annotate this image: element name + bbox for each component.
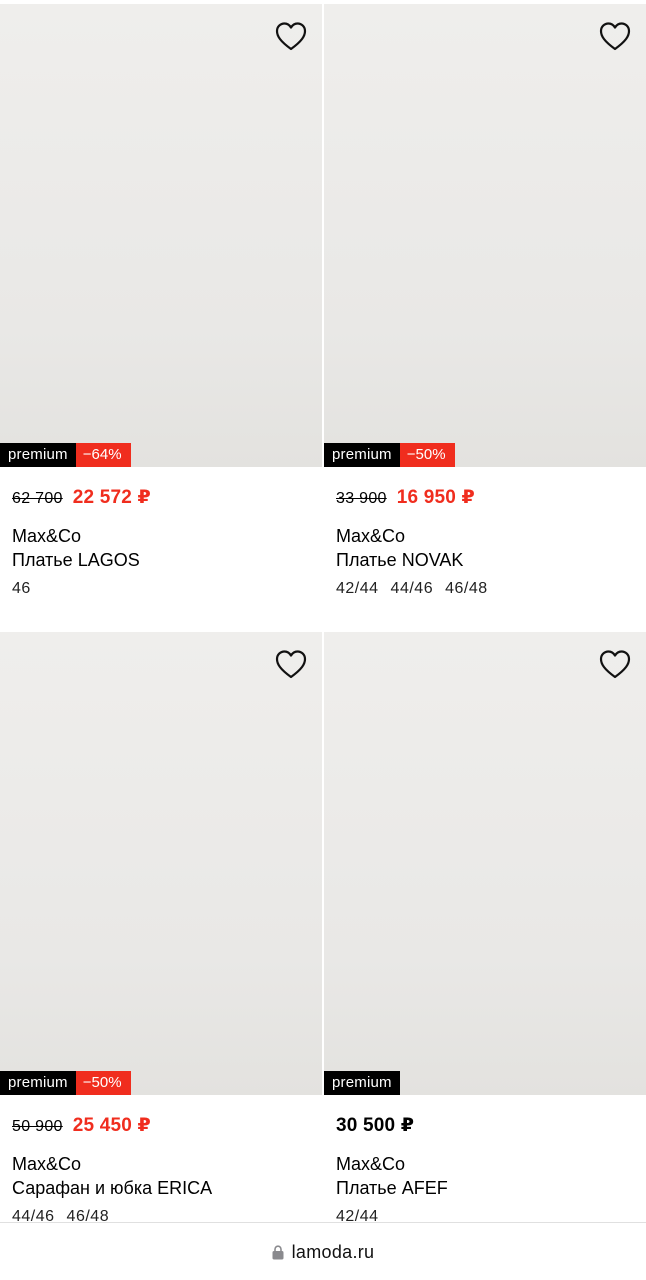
size-option: 46/48 bbox=[445, 580, 488, 597]
premium-badge: premium bbox=[324, 443, 400, 467]
size-option: 44/46 bbox=[390, 580, 434, 597]
product-card[interactable]: premium −50% 50 900 25 450 ₽ Max&Co Сара… bbox=[0, 632, 322, 1226]
browser-address-bar[interactable]: lamoda.ru bbox=[0, 1222, 646, 1280]
lock-icon bbox=[272, 1244, 284, 1259]
product-info: 50 900 25 450 ₽ Max&Co Сарафан и юбка ER… bbox=[0, 1114, 322, 1226]
size-option: 42/44 bbox=[336, 580, 379, 597]
discount-badge: −50% bbox=[75, 1071, 131, 1095]
badges: premium −50% bbox=[324, 443, 455, 467]
sale-price: 25 450 ₽ bbox=[72, 1115, 151, 1136]
product-brand: Max&Co bbox=[336, 526, 406, 546]
size-list: 46 bbox=[12, 580, 310, 598]
product-info: 30 500 ₽ Max&Co Платье AFEF 42/44 bbox=[324, 1114, 646, 1226]
price-row: 30 500 ₽ bbox=[336, 1114, 634, 1138]
sale-price: 22 572 ₽ bbox=[72, 487, 151, 508]
favorite-heart-icon[interactable] bbox=[598, 648, 632, 682]
old-price: 33 900 bbox=[336, 490, 387, 507]
price-row: 33 900 16 950 ₽ bbox=[336, 486, 634, 510]
product-brand: Max&Co bbox=[12, 526, 82, 546]
old-price: 62 700 bbox=[12, 490, 63, 507]
product-brand: Max&Co bbox=[336, 1154, 406, 1174]
premium-badge: premium bbox=[0, 443, 76, 467]
product-card[interactable]: premium −50% 33 900 16 950 ₽ Max&Co Плат… bbox=[324, 4, 646, 598]
product-name[interactable]: Платье AFEF bbox=[336, 1176, 634, 1200]
discount-badge: −50% bbox=[399, 443, 455, 467]
old-price: 50 900 bbox=[12, 1118, 63, 1135]
size-list: 42/44 44/46 46/48 bbox=[336, 580, 634, 598]
size-option: 46 bbox=[12, 580, 31, 597]
product-card[interactable]: premium −64% 62 700 22 572 ₽ Max&Co Плат… bbox=[0, 4, 322, 598]
product-name[interactable]: Платье LAGOS bbox=[12, 548, 310, 572]
favorite-heart-icon[interactable] bbox=[274, 648, 308, 682]
price: 30 500 ₽ bbox=[336, 1115, 415, 1136]
product-name[interactable]: Платье NOVAK bbox=[336, 548, 634, 572]
product-card[interactable]: premium 30 500 ₽ Max&Co Платье AFEF 42/4… bbox=[324, 632, 646, 1226]
badges: premium bbox=[324, 1071, 400, 1095]
address-url[interactable]: lamoda.ru bbox=[292, 1242, 375, 1263]
favorite-heart-icon[interactable] bbox=[598, 20, 632, 54]
product-brand: Max&Co bbox=[12, 1154, 82, 1174]
price-row: 50 900 25 450 ₽ bbox=[12, 1114, 310, 1138]
premium-badge: premium bbox=[324, 1071, 400, 1095]
premium-badge: premium bbox=[0, 1071, 76, 1095]
badges: premium −64% bbox=[0, 443, 131, 467]
product-name[interactable]: Сарафан и юбка ERICA bbox=[12, 1176, 310, 1200]
price-row: 62 700 22 572 ₽ bbox=[12, 486, 310, 510]
product-photo[interactable]: premium −50% bbox=[324, 4, 646, 467]
product-photo[interactable]: premium −64% bbox=[0, 4, 322, 467]
badges: premium −50% bbox=[0, 1071, 131, 1095]
discount-badge: −64% bbox=[75, 443, 131, 467]
product-photo[interactable]: premium −50% bbox=[0, 632, 322, 1095]
product-info: 33 900 16 950 ₽ Max&Co Платье NOVAK 42/4… bbox=[324, 486, 646, 598]
sale-price: 16 950 ₽ bbox=[396, 487, 475, 508]
product-photo[interactable]: premium bbox=[324, 632, 646, 1095]
product-info: 62 700 22 572 ₽ Max&Co Платье LAGOS 46 bbox=[0, 486, 322, 598]
favorite-heart-icon[interactable] bbox=[274, 20, 308, 54]
product-grid-page: premium −64% 62 700 22 572 ₽ Max&Co Плат… bbox=[0, 0, 646, 1280]
